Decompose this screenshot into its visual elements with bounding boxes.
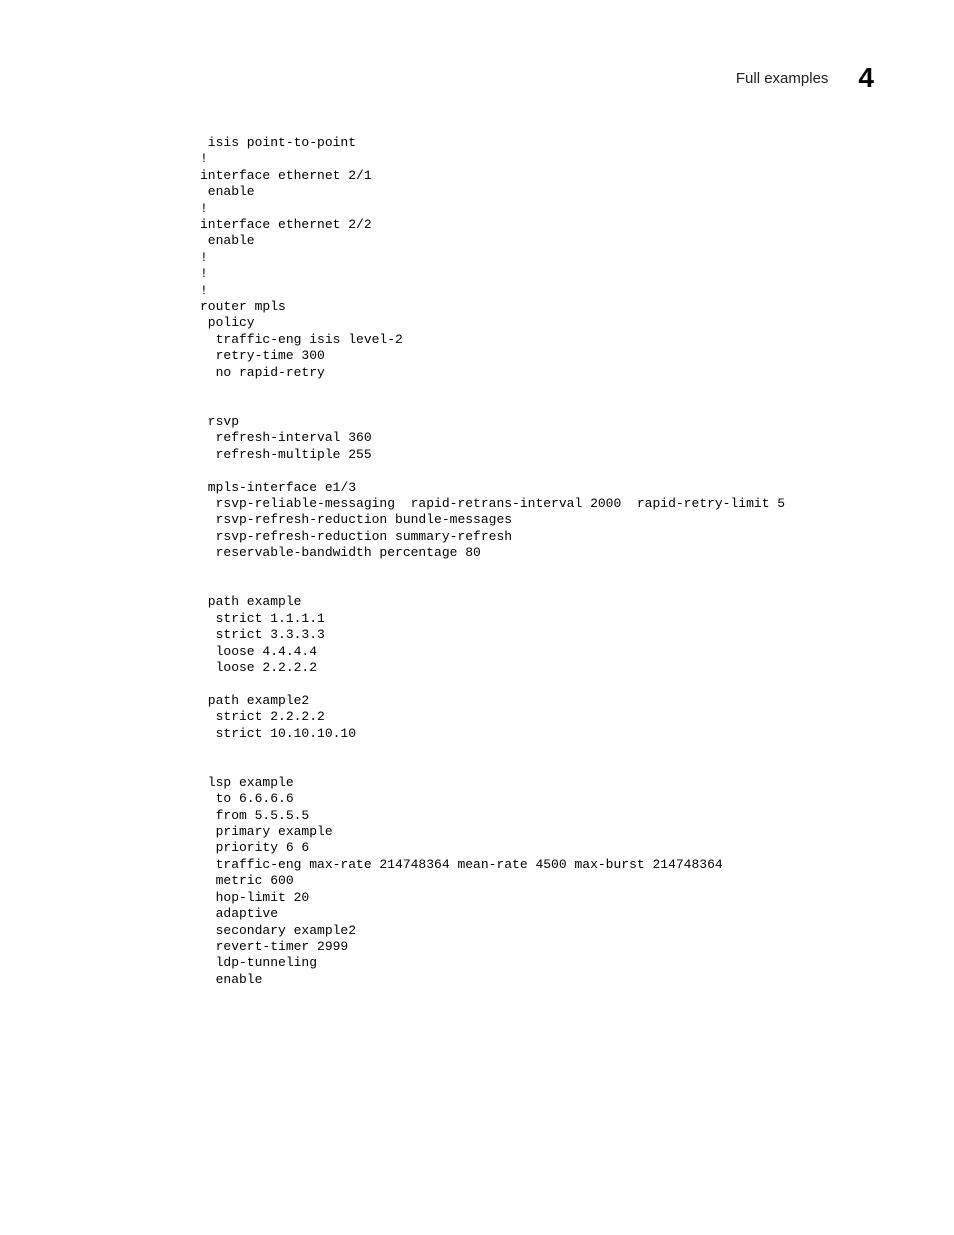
code-block: isis point-to-point ! interface ethernet…	[200, 135, 874, 988]
page-header: Full examples 4	[736, 62, 874, 94]
header-section-title: Full examples	[736, 70, 829, 87]
header-chapter-number: 4	[858, 62, 874, 94]
